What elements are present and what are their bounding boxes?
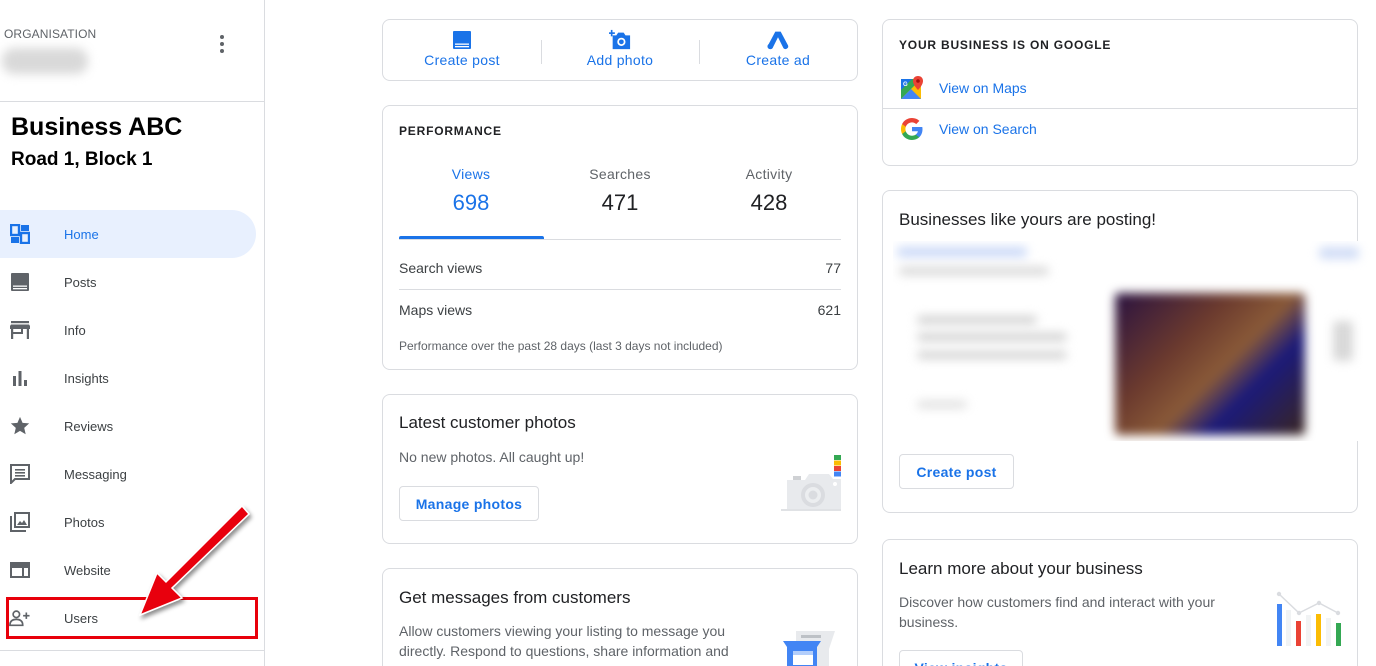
sidebar-nav: Home Posts Info Insights Reviews Messagi… — [0, 210, 264, 642]
sidebar-item-label: Info — [64, 322, 86, 338]
sidebar-item-messaging[interactable]: Messaging — [0, 450, 264, 498]
dashboard-icon — [9, 223, 31, 245]
sidebar-item-website[interactable]: Website — [0, 546, 264, 594]
learn-more-card: Learn more about your business Discover … — [882, 539, 1358, 666]
sidebar: ORGANISATION Business ABC Road 1, Block … — [0, 0, 265, 666]
card-text: No new photos. All caught up! — [399, 449, 585, 465]
sidebar-item-label: Messaging — [64, 466, 127, 482]
create-ad-action[interactable]: Create ad — [699, 20, 857, 80]
view-on-search-link[interactable]: View on Search — [883, 109, 1357, 149]
example-posts-carousel[interactable] — [893, 241, 1376, 441]
perf-row-search-views: Search views 77 — [399, 248, 841, 288]
link-label: View on Search — [939, 121, 1037, 137]
person-add-icon — [9, 607, 31, 629]
perf-row-label: Search views — [399, 260, 483, 276]
website-icon — [9, 559, 31, 581]
card-text: Allow customers viewing your listing to … — [399, 623, 729, 659]
google-ads-icon — [767, 29, 789, 51]
google-g-icon — [901, 118, 923, 140]
manage-photos-button[interactable]: Manage photos — [399, 486, 539, 521]
business-on-google-card: YOUR BUSINESS IS ON GOOGLE G View on Map… — [882, 19, 1358, 166]
link-label: View on Maps — [939, 80, 1027, 96]
sidebar-item-insights[interactable]: Insights — [0, 354, 264, 402]
card-title: Learn more about your business — [899, 559, 1143, 578]
business-address: Road 1, Block 1 — [11, 149, 153, 170]
quick-actions-card: Create post Add photo Create ad — [382, 19, 858, 81]
performance-title: PERFORMANCE — [399, 124, 502, 138]
create-post-action[interactable]: Create post — [383, 20, 541, 80]
example-post-image — [1115, 293, 1305, 435]
tab-label: Views — [451, 166, 491, 182]
tab-label: Searches — [589, 166, 651, 182]
tab-value: 698 — [452, 190, 490, 215]
tab-label: Activity — [745, 166, 793, 182]
sidebar-item-label: Posts — [64, 274, 97, 290]
create-post-button[interactable]: Create post — [899, 454, 1014, 489]
sidebar-item-posts[interactable]: Posts — [0, 258, 264, 306]
tab-searches[interactable]: Searches 471 — [548, 166, 692, 240]
sidebar-divider — [0, 650, 264, 651]
sidebar-item-label: Photos — [64, 514, 105, 530]
sidebar-item-users[interactable]: Users — [0, 594, 264, 642]
svg-text:G: G — [903, 82, 908, 88]
perf-row-value: 77 — [825, 260, 841, 276]
tab-value: 471 — [601, 190, 639, 215]
active-tab-indicator — [399, 236, 544, 239]
tab-activity[interactable]: Activity 428 — [697, 166, 841, 240]
card-title: Latest customer photos — [399, 413, 576, 432]
perf-row-value: 621 — [817, 302, 841, 318]
sidebar-item-label: Insights — [64, 370, 109, 386]
business-name: Business ABC — [11, 113, 183, 141]
sidebar-item-photos[interactable]: Photos — [0, 498, 264, 546]
tabs-divider — [399, 239, 841, 240]
businesses-posting-card: Businesses like yours are posting! Creat… — [882, 190, 1376, 513]
bar-chart-icon — [9, 367, 31, 389]
card-title: YOUR BUSINESS IS ON GOOGLE — [899, 38, 1112, 52]
organisation-name-redacted — [2, 48, 88, 74]
tab-value: 428 — [750, 190, 788, 215]
perf-row-label: Maps views — [399, 302, 473, 318]
performance-footnote: Performance over the past 28 days (last … — [399, 339, 723, 353]
sidebar-item-reviews[interactable]: Reviews — [0, 402, 264, 450]
sidebar-item-label: Website — [64, 562, 111, 578]
view-on-maps-link[interactable]: G View on Maps — [883, 68, 1357, 108]
customer-photos-card: Latest customer photos No new photos. Al… — [382, 394, 858, 544]
star-icon — [9, 415, 31, 437]
more-vert-icon — [220, 35, 224, 39]
add-photo-action[interactable]: Add photo — [541, 20, 699, 80]
sidebar-item-home[interactable]: Home — [0, 210, 256, 258]
sidebar-item-label: Users — [64, 610, 98, 626]
insights-chart-illustration-icon — [1276, 591, 1341, 646]
sidebar-item-label: Home — [64, 226, 99, 242]
storefront-icon — [9, 319, 31, 341]
sidebar-item-label: Reviews — [64, 418, 114, 434]
quick-action-label: Create post — [424, 52, 500, 68]
camera-illustration-icon — [781, 455, 841, 511]
view-insights-button[interactable]: View insights — [899, 650, 1023, 666]
organisation-label: ORGANISATION — [4, 27, 97, 41]
posts-icon — [9, 271, 31, 293]
post-icon — [451, 29, 473, 51]
add-photo-icon — [609, 29, 631, 51]
card-text: Discover how customers find and interact… — [899, 594, 1215, 630]
card-title: Get messages from customers — [399, 588, 631, 607]
perf-row-maps-views: Maps views 621 — [399, 290, 841, 330]
more-options-button[interactable] — [212, 32, 232, 56]
quick-action-label: Create ad — [745, 52, 811, 68]
quick-action-label: Add photo — [586, 52, 654, 68]
sidebar-item-info[interactable]: Info — [0, 306, 264, 354]
card-title: Businesses like yours are posting! — [899, 210, 1157, 229]
organisation-section: ORGANISATION — [0, 0, 264, 102]
tab-views[interactable]: Views 698 — [399, 166, 543, 240]
photo-library-icon — [9, 511, 31, 533]
messaging-illustration-icon — [783, 631, 835, 666]
message-icon — [9, 463, 31, 485]
performance-card: PERFORMANCE Views 698 Searches 471 Activ… — [382, 105, 858, 370]
google-maps-icon: G — [901, 76, 923, 99]
messages-card: Get messages from customers Allow custom… — [382, 568, 858, 666]
